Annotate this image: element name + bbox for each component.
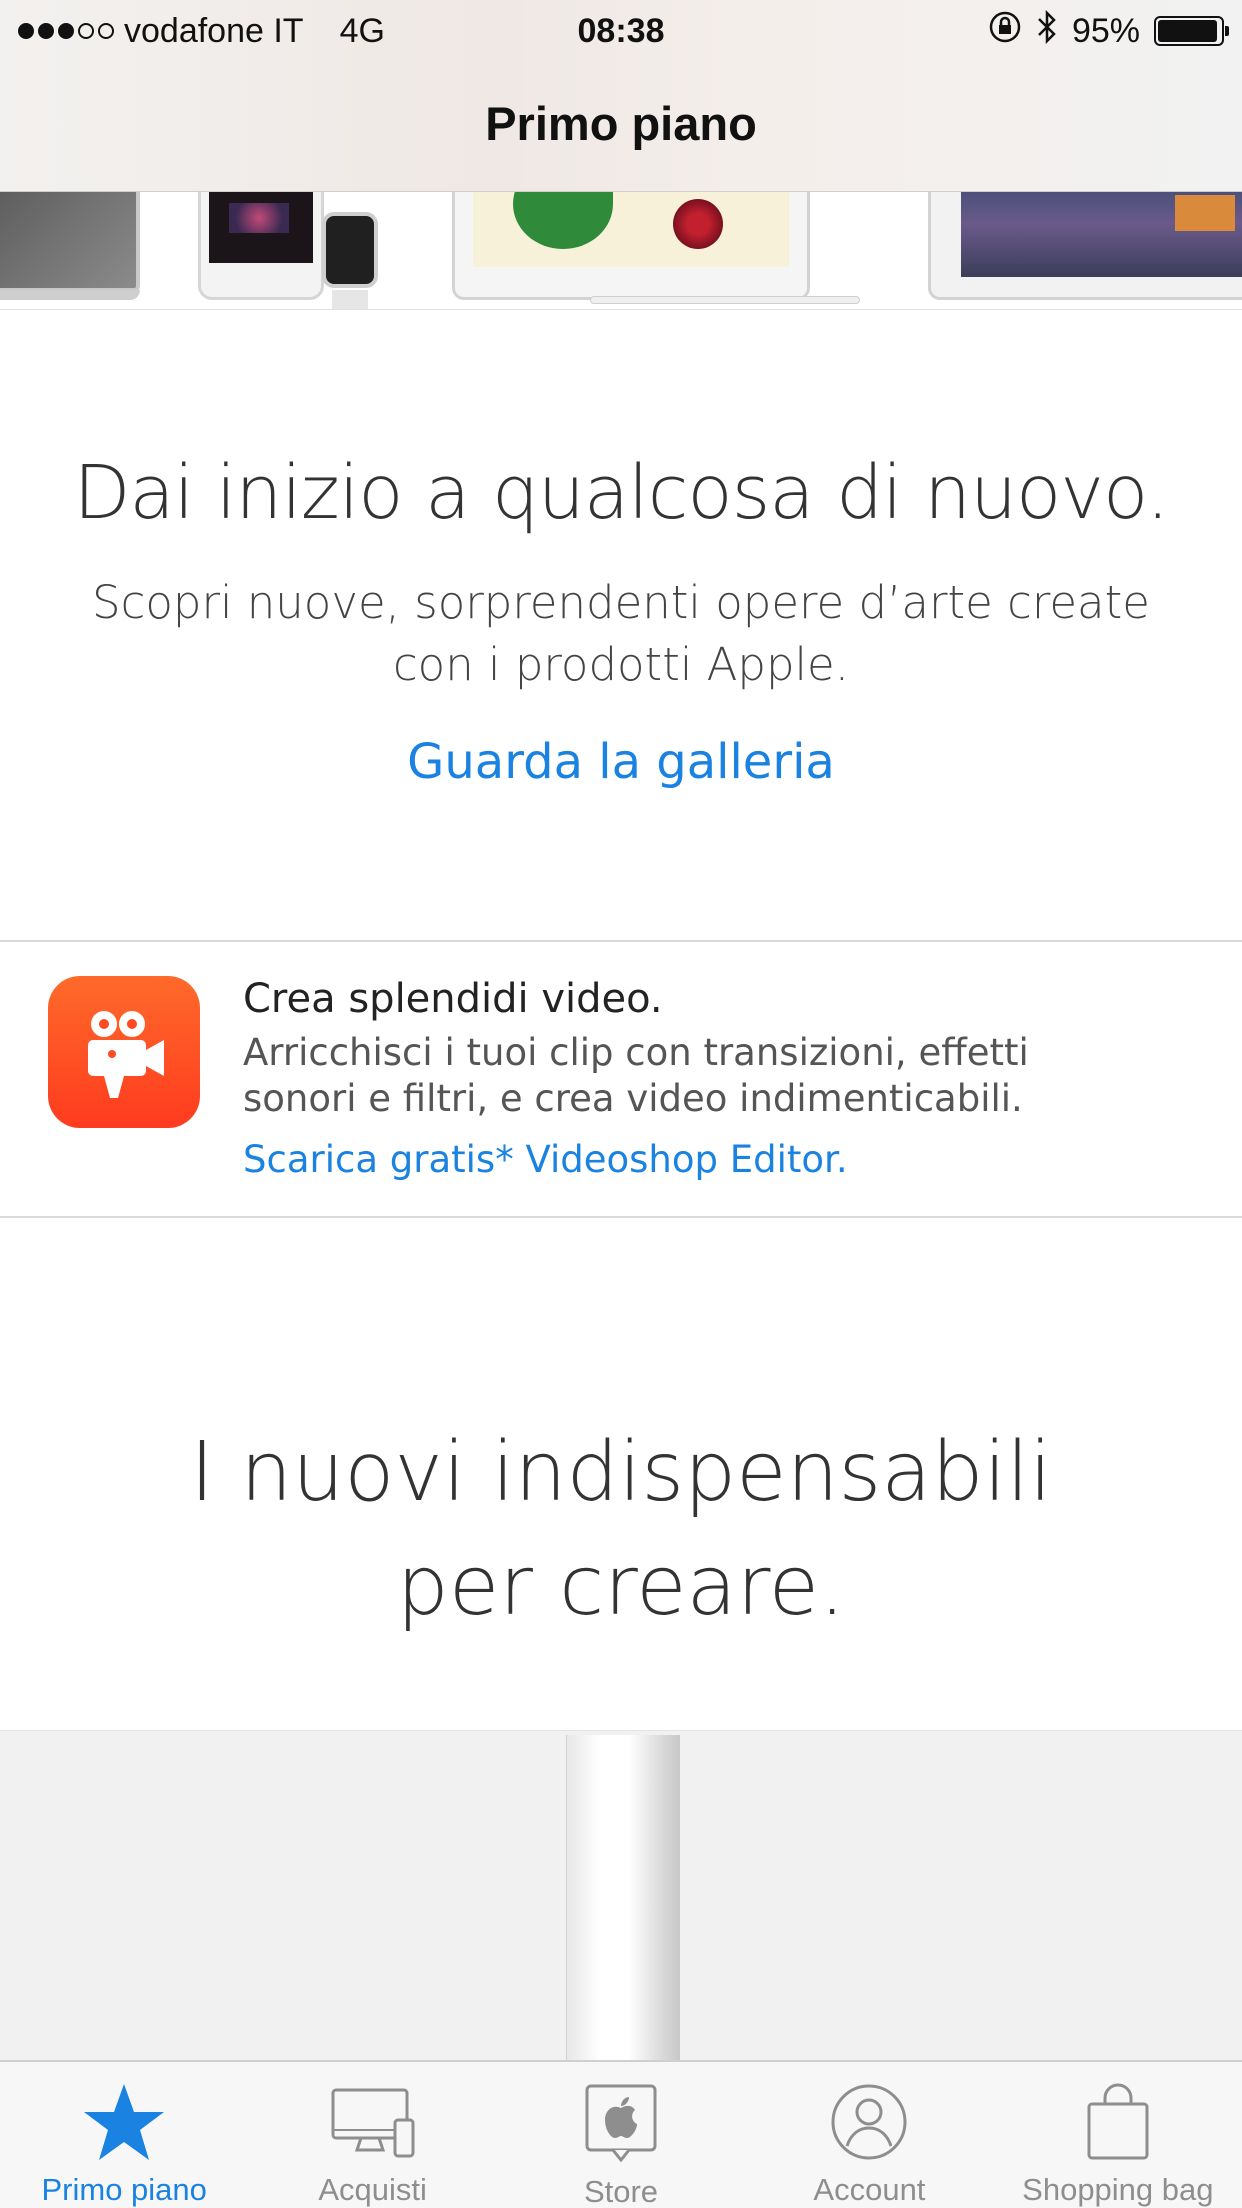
watch-image <box>322 212 378 288</box>
tab-label: Shopping bag <box>1022 2172 1214 2207</box>
tab-label: Account <box>813 2172 926 2207</box>
ipad-pro-image <box>928 192 1242 300</box>
tab-label: Store <box>583 2174 659 2208</box>
devices-icon <box>328 2082 418 2162</box>
store-icon <box>576 2082 666 2164</box>
video-camera-icon[interactable] <box>48 976 200 1128</box>
tab-label: Primo piano <box>41 2172 207 2207</box>
battery-percent: 95% <box>1071 11 1140 50</box>
carrier-name: vodafone IT <box>124 11 304 50</box>
laptop-image <box>0 192 140 292</box>
laptop-base-image <box>0 290 140 300</box>
battery-fill <box>1158 20 1217 42</box>
app-promo[interactable]: Crea splendidi video. Arricchisci i tuoi… <box>0 940 1242 1216</box>
banner-headline: Dai inizio a qualcosa di nuovo. <box>73 450 1169 536</box>
bluetooth-icon <box>1036 9 1058 53</box>
hero-devices-image[interactable] <box>0 192 1242 310</box>
pencil-image <box>590 296 860 304</box>
banner-subtitle: Scopri nuove, sorprendenti opere d’arte … <box>92 576 1150 691</box>
watch-band-image <box>332 290 368 309</box>
account-icon <box>824 2082 914 2162</box>
page-title: Primo piano <box>485 97 757 150</box>
tab-store[interactable]: Store <box>497 2062 745 2208</box>
status-left: vodafone IT 4G <box>18 12 988 51</box>
apple-pencil-image <box>566 1735 680 2065</box>
gallery-banner: Dai inizio a qualcosa di nuovo. Scopri n… <box>0 310 1242 938</box>
product-image[interactable] <box>0 1730 1242 2065</box>
tab-acquisti[interactable]: Acquisti <box>248 2062 496 2208</box>
tab-primo-piano[interactable]: Primo piano <box>0 2062 248 2208</box>
orientation-lock-icon <box>988 10 1022 53</box>
status-bar: vodafone IT 4G 08:38 95% <box>0 0 1242 62</box>
phone-image <box>198 192 324 300</box>
ipad-image <box>452 192 810 300</box>
essentials-title: I nuovi indispensabili per creare. <box>0 1416 1242 1644</box>
tab-bar: Primo piano Acquisti Store Account Shopp… <box>0 2060 1242 2208</box>
tab-shopping-bag[interactable]: Shopping bag <box>994 2062 1242 2208</box>
essentials-section: I nuovi indispensabili per creare. <box>0 1220 1242 1728</box>
tab-account[interactable]: Account <box>745 2062 993 2208</box>
essentials-title-line1: I nuovi indispensabili <box>190 1425 1052 1520</box>
promo-title: Crea splendidi video. <box>243 976 663 1022</box>
signal-strength-icon <box>18 23 114 39</box>
battery-icon <box>1154 16 1229 46</box>
star-icon <box>79 2082 169 2162</box>
network-type: 4G <box>339 11 385 50</box>
promo-description: Arricchisci i tuoi clip con transizioni,… <box>243 1031 1029 1120</box>
download-app-link[interactable]: Scarica gratis* Videoshop Editor. <box>243 1138 848 1181</box>
divider <box>0 1216 1242 1218</box>
shopping-bag-icon <box>1073 2082 1163 2162</box>
essentials-title-line2: per creare. <box>396 1539 846 1634</box>
status-right: 95% <box>988 9 1229 53</box>
tab-label: Acquisti <box>318 2172 427 2207</box>
gallery-link[interactable]: Guarda la galleria <box>0 734 1242 790</box>
